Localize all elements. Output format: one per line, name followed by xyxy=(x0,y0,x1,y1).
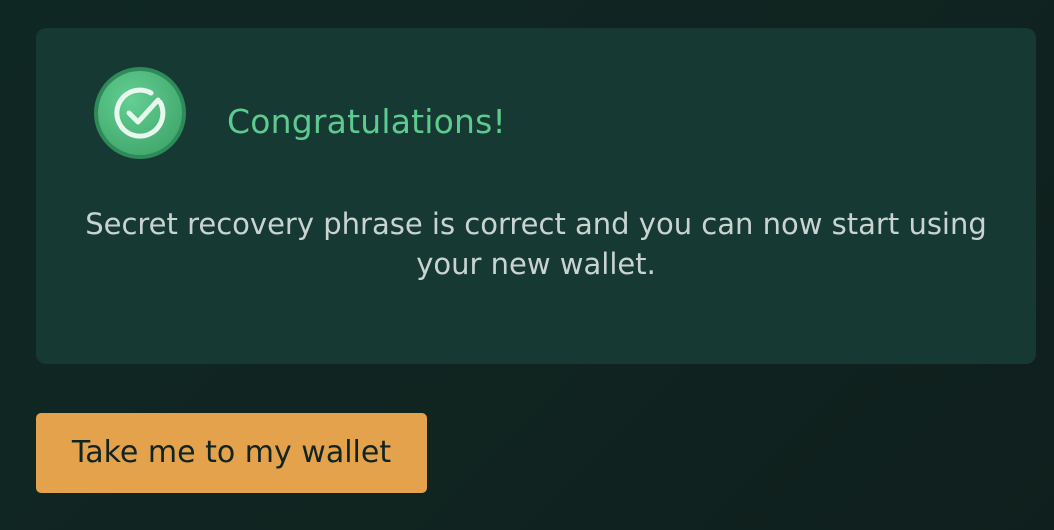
success-title: Congratulations! xyxy=(227,102,506,141)
circle-check-icon xyxy=(93,66,187,160)
take-me-to-wallet-button[interactable]: Take me to my wallet xyxy=(36,413,427,493)
success-message: Secret recovery phrase is correct and yo… xyxy=(85,207,987,281)
success-card: Congratulations! Secret recovery phrase … xyxy=(36,28,1036,364)
